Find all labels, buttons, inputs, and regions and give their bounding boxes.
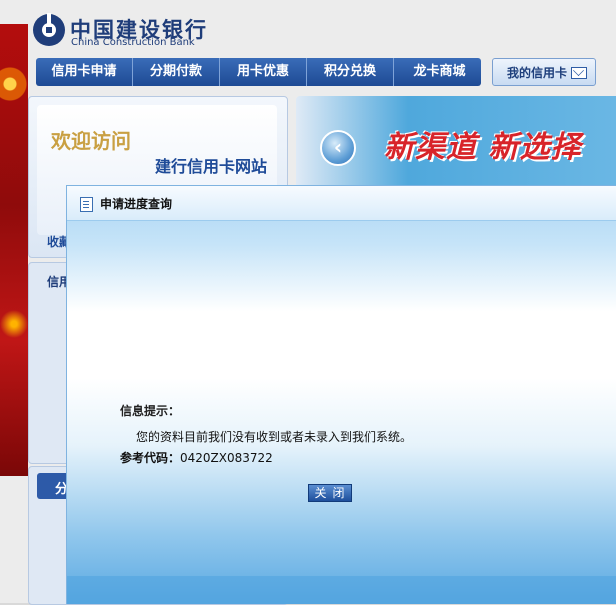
my-credit-card-label: 我的信用卡	[507, 66, 568, 80]
info-message: 您的资料目前我们没有收到或者未录入到我们系统。	[136, 430, 413, 444]
info-label: 信息提示：	[120, 404, 181, 418]
page: 中国建设银行 China Construction Bank 信用卡申请 分期付…	[0, 0, 616, 605]
progress-query-dialog: 申请进度查询 信息提示： 您的资料目前我们没有收到或者未录入到我们系统。 参考代…	[66, 185, 616, 604]
fireworks-decoration	[0, 24, 28, 476]
reference-label: 参考代码：	[120, 451, 181, 465]
nav-item-points[interactable]: 积分兑换	[307, 58, 394, 86]
mail-icon	[571, 67, 587, 79]
dialog-title: 申请进度查询	[100, 197, 173, 211]
dialog-header: 申请进度查询	[67, 186, 616, 221]
banner-prev-arrow-icon[interactable]: ‹	[320, 130, 356, 166]
welcome-line-1: 欢迎访问	[51, 129, 131, 153]
bank-name-en: China Construction Bank	[71, 37, 195, 48]
document-icon	[80, 197, 93, 212]
dialog-footer	[67, 576, 616, 604]
promo-banner[interactable]: ‹ 新渠道 新选择	[296, 96, 616, 188]
nav-item-apply[interactable]: 信用卡申请	[36, 58, 133, 86]
nav-item-offers[interactable]: 用卡优惠	[220, 58, 307, 86]
reference-row: 参考代码：0420ZX083722	[120, 449, 273, 466]
welcome-line-2: 建行信用卡网站	[155, 157, 268, 176]
my-credit-card-button[interactable]: 我的信用卡	[492, 58, 596, 86]
ccb-logo-icon	[33, 13, 65, 46]
close-button[interactable]: 关闭	[308, 484, 352, 502]
banner-title: 新渠道 新选择	[384, 130, 582, 165]
nav-item-mall[interactable]: 龙卡商城	[394, 58, 485, 86]
site-header: 中国建设银行 China Construction Bank	[28, 8, 616, 54]
nav-item-installment[interactable]: 分期付款	[133, 58, 220, 86]
reference-code: 0420ZX083722	[180, 451, 273, 465]
main-nav: 信用卡申请 分期付款 用卡优惠 积分兑换 龙卡商城	[36, 58, 481, 86]
